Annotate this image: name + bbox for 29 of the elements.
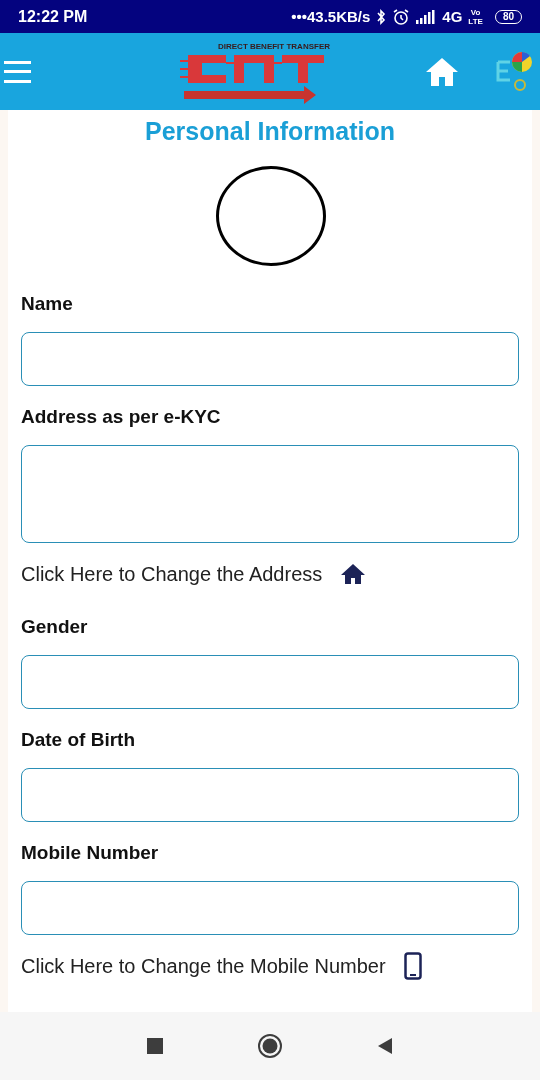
change-link[interactable]: Click Here to Change the Address	[21, 562, 323, 586]
language-icon[interactable]	[494, 49, 534, 94]
field-label: Address as per e-KYC	[21, 405, 222, 429]
volte-label: Vo	[470, 7, 481, 17]
phone-icon[interactable]	[403, 952, 422, 980]
network-speed: •••43.5KB/s	[291, 8, 371, 25]
recents-button[interactable]	[146, 1037, 164, 1055]
signal-icon	[416, 9, 437, 24]
lte-label: LTE	[468, 16, 483, 26]
field-label: Name	[21, 292, 74, 316]
input-field[interactable]	[21, 768, 519, 822]
field-label: Mobile Number	[21, 841, 160, 865]
home-icon[interactable]	[340, 563, 367, 585]
logo-caption: DIRECT BENEFIT TRANSFER	[218, 42, 330, 51]
alarm-icon	[392, 7, 411, 26]
input-field[interactable]	[21, 445, 519, 543]
field-label: Gender	[21, 615, 89, 639]
network-type: 4G	[442, 8, 463, 25]
menu-icon[interactable]	[4, 60, 34, 83]
back-button[interactable]	[376, 1037, 394, 1055]
home-button[interactable]	[257, 1033, 283, 1059]
clock-time: 12:22 PM	[18, 7, 88, 26]
change-link[interactable]: Click Here to Change the Mobile Number	[21, 954, 386, 978]
input-field[interactable]	[21, 655, 519, 709]
bluetooth-icon	[376, 8, 387, 25]
field-label: Date of Birth	[21, 728, 136, 752]
page-title: Personal Information	[143, 116, 396, 146]
input-field[interactable]	[21, 332, 519, 386]
input-field[interactable]	[21, 881, 519, 935]
